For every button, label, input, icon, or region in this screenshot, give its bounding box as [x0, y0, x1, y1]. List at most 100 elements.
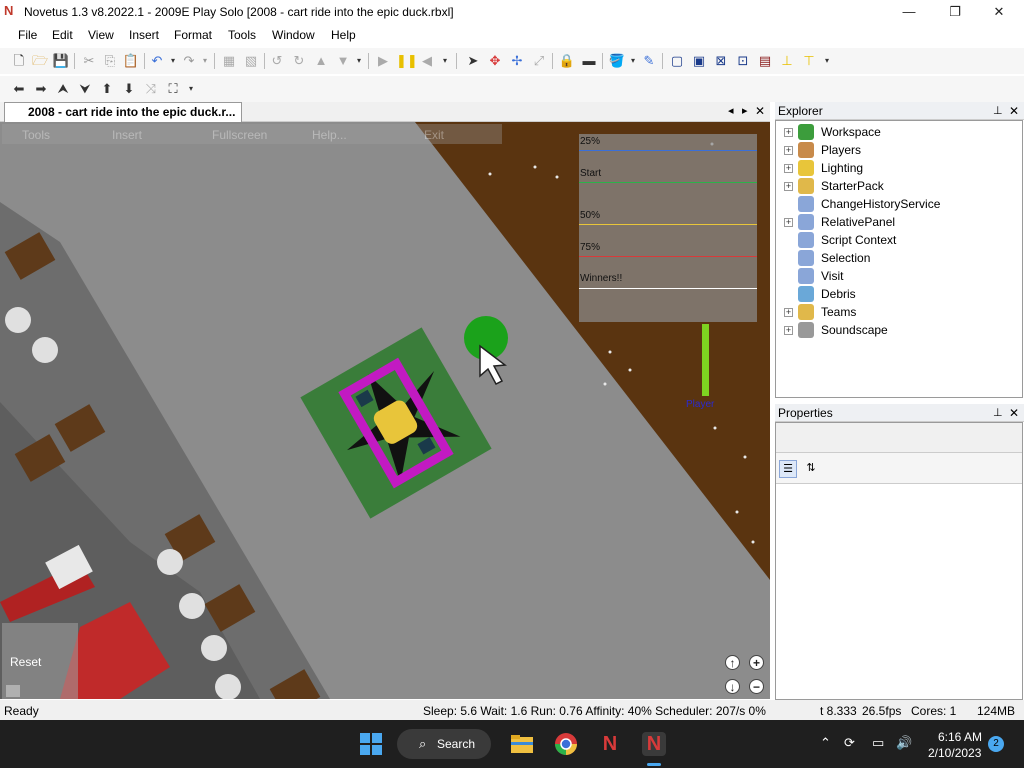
copy-icon[interactable]: ⎘ — [101, 52, 119, 70]
toolbar-overflow-icon[interactable]: ▾ — [436, 52, 454, 70]
pin-icon[interactable]: ⊥ — [993, 102, 1003, 120]
camera-down-icon[interactable]: ↓ — [725, 679, 740, 694]
zoom-up-icon[interactable]: ⬆ — [98, 80, 116, 98]
menu-format[interactable]: Format — [174, 28, 212, 42]
minimize-button[interactable]: — — [886, 0, 932, 24]
surface-hinge-icon[interactable]: ⊥ — [778, 52, 796, 70]
surface-motor-icon[interactable]: ⊤ — [800, 52, 818, 70]
camera-up-icon[interactable]: ↑ — [725, 655, 740, 670]
tilt-up-icon[interactable]: ⮝ — [54, 80, 72, 98]
taskbar: ⌕ Search N N ⌃ ⟳ ▭ 🔊 6:16 AM 2/10/2023 2 — [0, 720, 1024, 768]
zoom-in-icon[interactable]: + — [749, 655, 764, 670]
ingame-insert[interactable]: Insert — [112, 128, 142, 142]
clock-time[interactable]: 6:16 AM — [938, 730, 982, 744]
file-explorer-icon[interactable] — [510, 732, 534, 756]
explorer-title: Explorer — [778, 104, 823, 118]
novetus-icon[interactable]: N — [598, 732, 622, 756]
surface-studs-icon[interactable]: ⊡ — [734, 52, 752, 70]
menu-tools[interactable]: Tools — [228, 28, 256, 42]
menu-insert[interactable]: Insert — [129, 28, 159, 42]
pan-right-icon[interactable]: ➡ — [32, 80, 50, 98]
start-windows-icon[interactable] — [359, 732, 383, 756]
rotate-left-icon[interactable]: ↺ — [268, 52, 286, 70]
select-arrow-icon[interactable]: ➤ — [464, 52, 482, 70]
chrome-icon[interactable] — [554, 732, 578, 756]
fullscreen-icon[interactable]: ⛶ — [164, 80, 182, 98]
maximize-button[interactable]: ❐ — [932, 0, 978, 24]
toolbar-overflow-icon[interactable]: ▾ — [350, 52, 368, 70]
surface-smooth-icon[interactable]: ▢ — [668, 52, 686, 70]
ingame-help[interactable]: Help... — [312, 128, 347, 142]
tray-sync-icon[interactable]: ⟳ — [844, 735, 855, 751]
chat-toggle-icon[interactable] — [6, 685, 20, 697]
progress-line-start — [579, 182, 757, 183]
reset-button[interactable]: Reset — [2, 623, 78, 699]
notification-badge[interactable]: 2 — [988, 736, 1004, 752]
group-icon[interactable]: ▦ — [220, 52, 238, 70]
tray-volume-icon[interactable]: 🔊 — [896, 735, 912, 751]
expand-icon[interactable]: + — [784, 326, 793, 335]
rotate-right-icon[interactable]: ↻ — [290, 52, 308, 70]
new-file-icon[interactable]: 🗋 — [10, 52, 28, 70]
save-icon[interactable]: 💾 — [52, 52, 70, 70]
pause-icon[interactable]: ❚❚ — [396, 52, 418, 70]
surface-weld-icon[interactable]: ⊠ — [712, 52, 730, 70]
zoom-extents-icon[interactable]: ⤨ — [142, 80, 160, 98]
dropper-icon[interactable]: ✎ — [640, 52, 658, 70]
expand-icon[interactable]: + — [784, 146, 793, 155]
ingame-fullscreen[interactable]: Fullscreen — [212, 128, 267, 142]
tab-close-icon[interactable]: ✕ — [755, 104, 765, 118]
tab-nav-right-icon[interactable]: ▸ — [742, 104, 748, 117]
tilt-down-icon[interactable]: ⮟ — [76, 80, 94, 98]
paste-icon[interactable]: 📋 — [122, 52, 140, 70]
menu-help[interactable]: Help — [331, 28, 356, 42]
sort-az-icon[interactable]: ⇅ — [802, 460, 820, 478]
surface-glue-icon[interactable]: ▣ — [690, 52, 708, 70]
tray-chevron-icon[interactable]: ⌃ — [820, 735, 831, 751]
resize-tool-icon[interactable]: ✢ — [508, 52, 526, 70]
expand-icon[interactable]: + — [784, 218, 793, 227]
expand-icon[interactable]: + — [784, 164, 793, 173]
clock-date[interactable]: 2/10/2023 — [928, 746, 981, 760]
anchor-icon[interactable]: ▬ — [580, 52, 598, 70]
properties-close-icon[interactable]: ✕ — [1009, 404, 1019, 422]
ungroup-icon[interactable]: ▧ — [242, 52, 260, 70]
close-button[interactable]: ✕ — [976, 0, 1022, 24]
lock-icon[interactable]: 🔒 — [558, 52, 576, 70]
rotate-tool-icon[interactable]: ⤢ — [530, 52, 548, 70]
toolbar-overflow-icon[interactable]: ▾ — [818, 52, 836, 70]
menu-file[interactable]: File — [18, 28, 37, 42]
open-folder-icon[interactable]: 🗁 — [31, 52, 49, 70]
tab-document[interactable]: 2008 - cart ride into the epic duck.r... — [4, 102, 242, 122]
menu-view[interactable]: View — [88, 28, 114, 42]
pan-left-icon[interactable]: ⬅ — [10, 80, 28, 98]
game-viewport[interactable]: Tools Insert Fullscreen Help... Exit 25%… — [0, 122, 770, 699]
play-icon[interactable]: ▶ — [374, 52, 392, 70]
move-tool-icon[interactable]: ✥ — [486, 52, 504, 70]
status-cores: Cores: 1 — [911, 704, 957, 718]
tab-nav-left-icon[interactable]: ◂ — [728, 104, 734, 117]
explorer-close-icon[interactable]: ✕ — [1009, 102, 1019, 120]
menu-window[interactable]: Window — [272, 28, 315, 42]
folder-icon — [798, 304, 814, 320]
expand-icon[interactable]: + — [784, 182, 793, 191]
move-up-icon[interactable]: ▲ — [312, 52, 330, 70]
redo-dropdown-icon[interactable]: ▾ — [196, 52, 214, 70]
ingame-tools[interactable]: Tools — [22, 128, 50, 142]
novetus-active-icon[interactable]: N — [642, 732, 666, 756]
ingame-exit[interactable]: Exit — [424, 128, 444, 142]
taskbar-search[interactable]: ⌕ Search — [397, 729, 491, 759]
expand-icon[interactable]: + — [784, 308, 793, 317]
step-back-icon[interactable]: ◀ — [418, 52, 436, 70]
surface-inlet-icon[interactable]: ▤ — [756, 52, 774, 70]
tray-network-icon[interactable]: ▭ — [872, 735, 884, 751]
zoom-down-icon[interactable]: ⬇ — [120, 80, 138, 98]
progress-label-50: 50% — [580, 210, 601, 221]
toolbar-overflow-icon[interactable]: ▾ — [182, 80, 200, 98]
expand-icon[interactable]: + — [784, 128, 793, 137]
zoom-out-icon[interactable]: − — [749, 679, 764, 694]
categorized-icon[interactable]: ☰ — [779, 460, 797, 478]
menu-edit[interactable]: Edit — [52, 28, 73, 42]
cut-icon[interactable]: ✂ — [80, 52, 98, 70]
pin-icon[interactable]: ⊥ — [993, 404, 1003, 422]
